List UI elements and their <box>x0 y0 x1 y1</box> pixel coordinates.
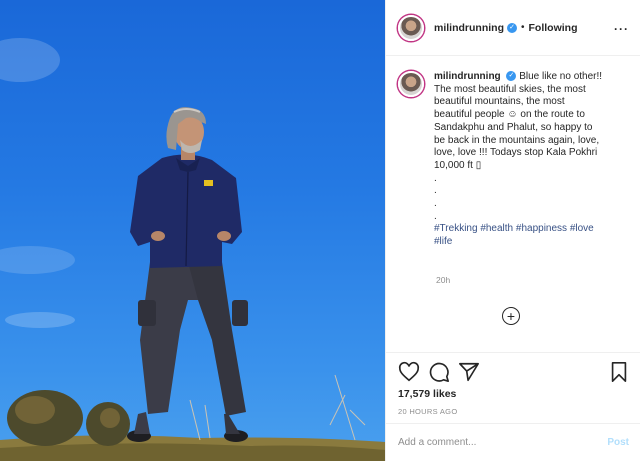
caption-avatar[interactable] <box>398 71 424 97</box>
like-count[interactable]: 17,579 likes <box>398 388 456 400</box>
hashtag-link[interactable]: #life <box>434 236 452 247</box>
post-age: 20 HOURS AGO <box>398 407 458 416</box>
hashtag-links[interactable]: #Trekking #health #happiness #love <box>434 223 594 234</box>
caption-time: 20h <box>436 275 451 285</box>
caption-dot: . <box>434 172 437 184</box>
load-more-comments-button[interactable]: + <box>502 307 520 325</box>
instagram-post: milindrunning ✓ • Following ··· milindru… <box>0 0 640 461</box>
add-comment-bar: Post <box>386 423 640 461</box>
post-header: milindrunning ✓ • Following ··· <box>386 0 640 56</box>
caption-dot: . <box>434 210 437 222</box>
verified-badge-icon: ✓ <box>506 71 517 82</box>
caption-line: beautiful people ☺ on the route to <box>434 109 585 121</box>
post-comment-button[interactable]: Post <box>607 437 629 448</box>
comment-input[interactable] <box>398 437 608 448</box>
comments-section: milindrunning ✓ Blue like no other!! The… <box>386 56 640 352</box>
hashtags: #life <box>434 236 634 249</box>
caption-line: The most beautiful skies, the most <box>434 83 586 95</box>
caption-line: Sandakphu and Phalut, so happy to <box>434 121 593 133</box>
action-bar: 17,579 likes 20 HOURS AGO <box>386 352 640 420</box>
comment-icon[interactable] <box>428 361 450 383</box>
avatar[interactable] <box>398 14 424 41</box>
post-side-panel: milindrunning ✓ • Following ··· milindru… <box>385 0 640 461</box>
caption-line: beautiful mountains, the most <box>434 96 565 108</box>
caption-dot: . <box>434 198 437 210</box>
caption-line: Blue like no other!! <box>519 71 603 82</box>
photo-illustration <box>0 38 385 461</box>
caption-dots: . . . . <box>434 173 634 224</box>
person-figure <box>127 107 248 442</box>
verified-badge-icon: ✓ <box>507 22 517 33</box>
bookmark-icon[interactable] <box>608 361 630 383</box>
hashtags: #Trekking #health #happiness #love <box>434 223 634 236</box>
caption-username[interactable]: milindrunning <box>434 71 501 82</box>
more-options-icon[interactable]: ··· <box>614 22 629 36</box>
header-separator: • <box>521 22 525 33</box>
caption-text: milindrunning ✓ Blue like no other!! The… <box>434 71 634 249</box>
caption-dot: . <box>434 185 437 197</box>
post-photo[interactable] <box>0 0 385 461</box>
following-button[interactable]: Following <box>529 22 578 34</box>
caption-line: be back in the mountains again, love, <box>434 134 600 146</box>
share-icon[interactable] <box>458 361 480 383</box>
caption-line: love, love !!! Todays stop Kala Pokhri <box>434 147 598 159</box>
caption-line: 10,000 ft ▯ <box>434 159 482 171</box>
header-username[interactable]: milindrunning <box>434 22 504 34</box>
heart-icon[interactable] <box>398 361 420 383</box>
caption: milindrunning ✓ Blue like no other!! The… <box>398 71 634 249</box>
